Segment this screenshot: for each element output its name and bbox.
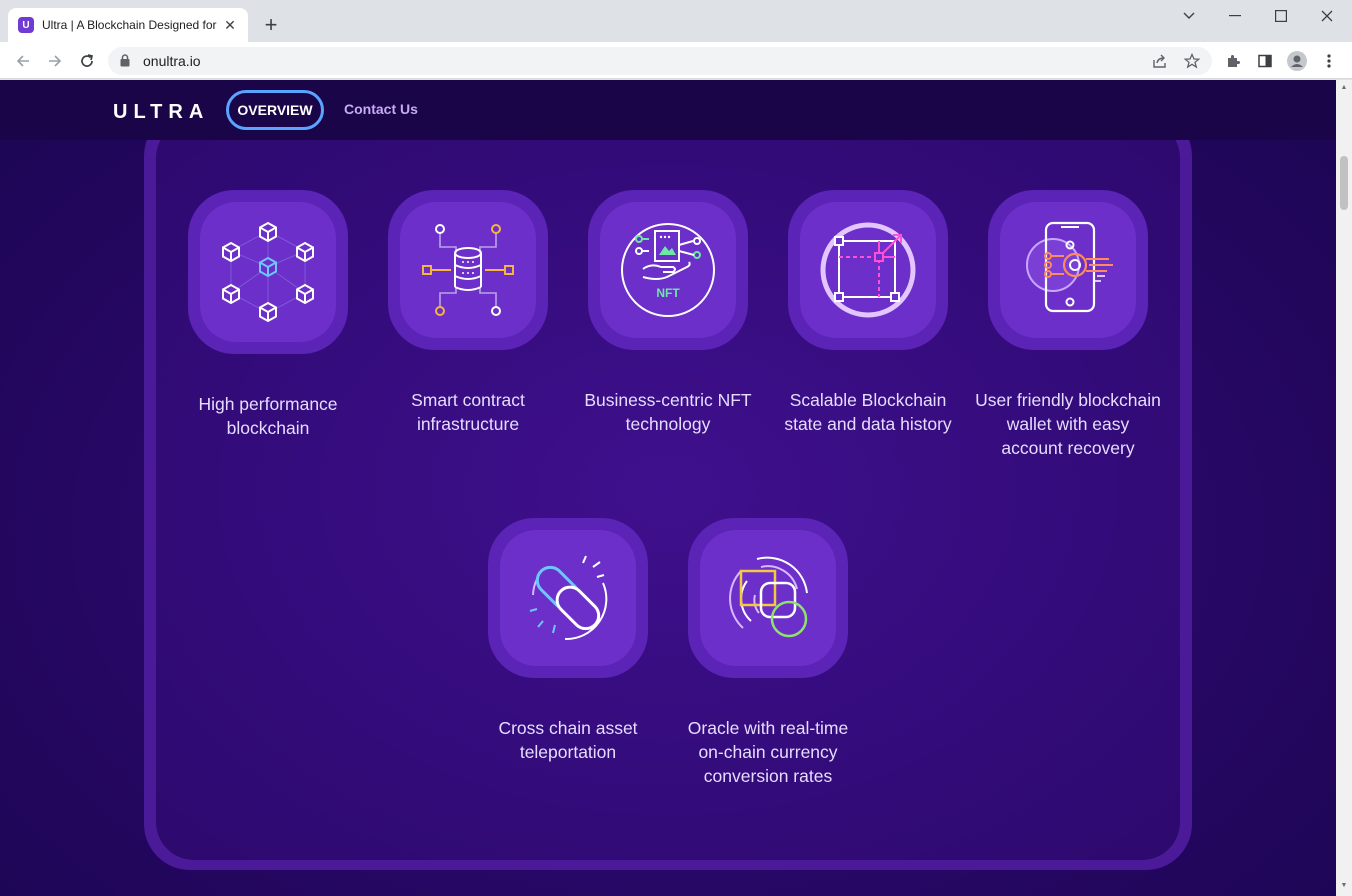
lock-icon[interactable]	[120, 54, 130, 72]
feature-label: Scalable Blockchain state and data histo…	[784, 390, 952, 434]
feature-card: User friendly blockchain wallet with eas…	[968, 190, 1168, 460]
browser-menu-icon[interactable]	[1316, 48, 1342, 74]
nft-hand-icon: NFT	[600, 202, 736, 338]
url-text: onultra.io	[143, 53, 201, 69]
address-bar[interactable]: onultra.io	[108, 47, 1212, 75]
blockchain-network-icon	[200, 202, 336, 342]
feature-card: NFT Business-centric NFT technology	[568, 190, 768, 436]
feature-icon-tile	[488, 518, 648, 678]
tab-search-chevron-icon[interactable]	[1166, 4, 1212, 28]
feature-icon-tile	[988, 190, 1148, 350]
oracle-shapes-icon	[700, 530, 836, 666]
share-icon[interactable]	[1151, 52, 1169, 70]
feature-icon-tile	[788, 190, 948, 350]
minimize-icon[interactable]	[1212, 4, 1258, 28]
window-close-icon[interactable]	[1304, 4, 1350, 28]
feature-label: Cross chain asset teleportation	[498, 718, 638, 762]
feature-card: High performance blockchain	[168, 190, 368, 440]
feature-label: Business-centric NFT technology	[584, 390, 752, 434]
feature-icon-tile	[688, 518, 848, 678]
nav-overview-button[interactable]: OVERVIEW	[226, 90, 324, 130]
page-viewport: ULTRA OVERVIEW Contact Us High performan…	[0, 80, 1336, 896]
back-arrow-icon[interactable]	[10, 48, 36, 74]
feature-label: High performance blockchain	[198, 394, 338, 438]
close-tab-icon[interactable]: ✕	[222, 17, 238, 34]
feature-icon-tile	[188, 190, 348, 354]
database-circuit-icon	[400, 202, 536, 338]
site-navbar: ULTRA OVERVIEW Contact Us	[0, 80, 1336, 140]
ultra-logo[interactable]: ULTRA	[113, 101, 209, 124]
feature-card: Cross chain asset teleportation	[468, 518, 668, 764]
scrollbar-thumb[interactable]	[1340, 156, 1348, 210]
profile-avatar-icon[interactable]	[1284, 48, 1310, 74]
feature-icon-tile: NFT	[588, 190, 748, 350]
feature-card: Oracle with real-time on-chain currency …	[668, 518, 868, 788]
browser-toolbar: onultra.io	[0, 42, 1352, 79]
scroll-up-arrow-icon[interactable]: ▲	[1340, 84, 1348, 92]
feature-label: User friendly blockchain wallet with eas…	[975, 390, 1161, 458]
forward-arrow-icon[interactable]	[42, 48, 68, 74]
nav-contact-link[interactable]: Contact Us	[344, 101, 418, 117]
nft-icon-text: NFT	[656, 286, 680, 300]
reload-icon[interactable]	[74, 48, 100, 74]
extensions-puzzle-icon[interactable]	[1220, 48, 1246, 74]
new-tab-icon[interactable]: +	[258, 12, 284, 38]
scroll-down-arrow-icon[interactable]: ▼	[1340, 882, 1348, 890]
feature-card: Scalable Blockchain state and data histo…	[768, 190, 968, 436]
feature-card: Smart contract infrastructure	[368, 190, 568, 436]
browser-tab[interactable]: U Ultra | A Blockchain Designed for ✕	[8, 8, 248, 42]
tab-title: Ultra | A Blockchain Designed for	[42, 18, 217, 32]
feature-label: Oracle with real-time on-chain currency …	[687, 718, 849, 786]
maximize-icon[interactable]	[1258, 4, 1304, 28]
ultra-favicon-icon: U	[18, 17, 34, 33]
bookmark-star-icon[interactable]	[1183, 52, 1201, 70]
page-scrollbar[interactable]: ▲ ▼	[1336, 80, 1352, 896]
scale-square-icon	[800, 202, 936, 338]
feature-icon-tile	[388, 190, 548, 350]
chain-link-icon	[500, 530, 636, 666]
phone-wallet-icon	[1000, 202, 1136, 338]
side-panel-icon[interactable]	[1252, 48, 1278, 74]
tab-strip: U Ultra | A Blockchain Designed for ✕ +	[0, 0, 1352, 42]
feature-label: Smart contract infrastructure	[411, 390, 525, 434]
